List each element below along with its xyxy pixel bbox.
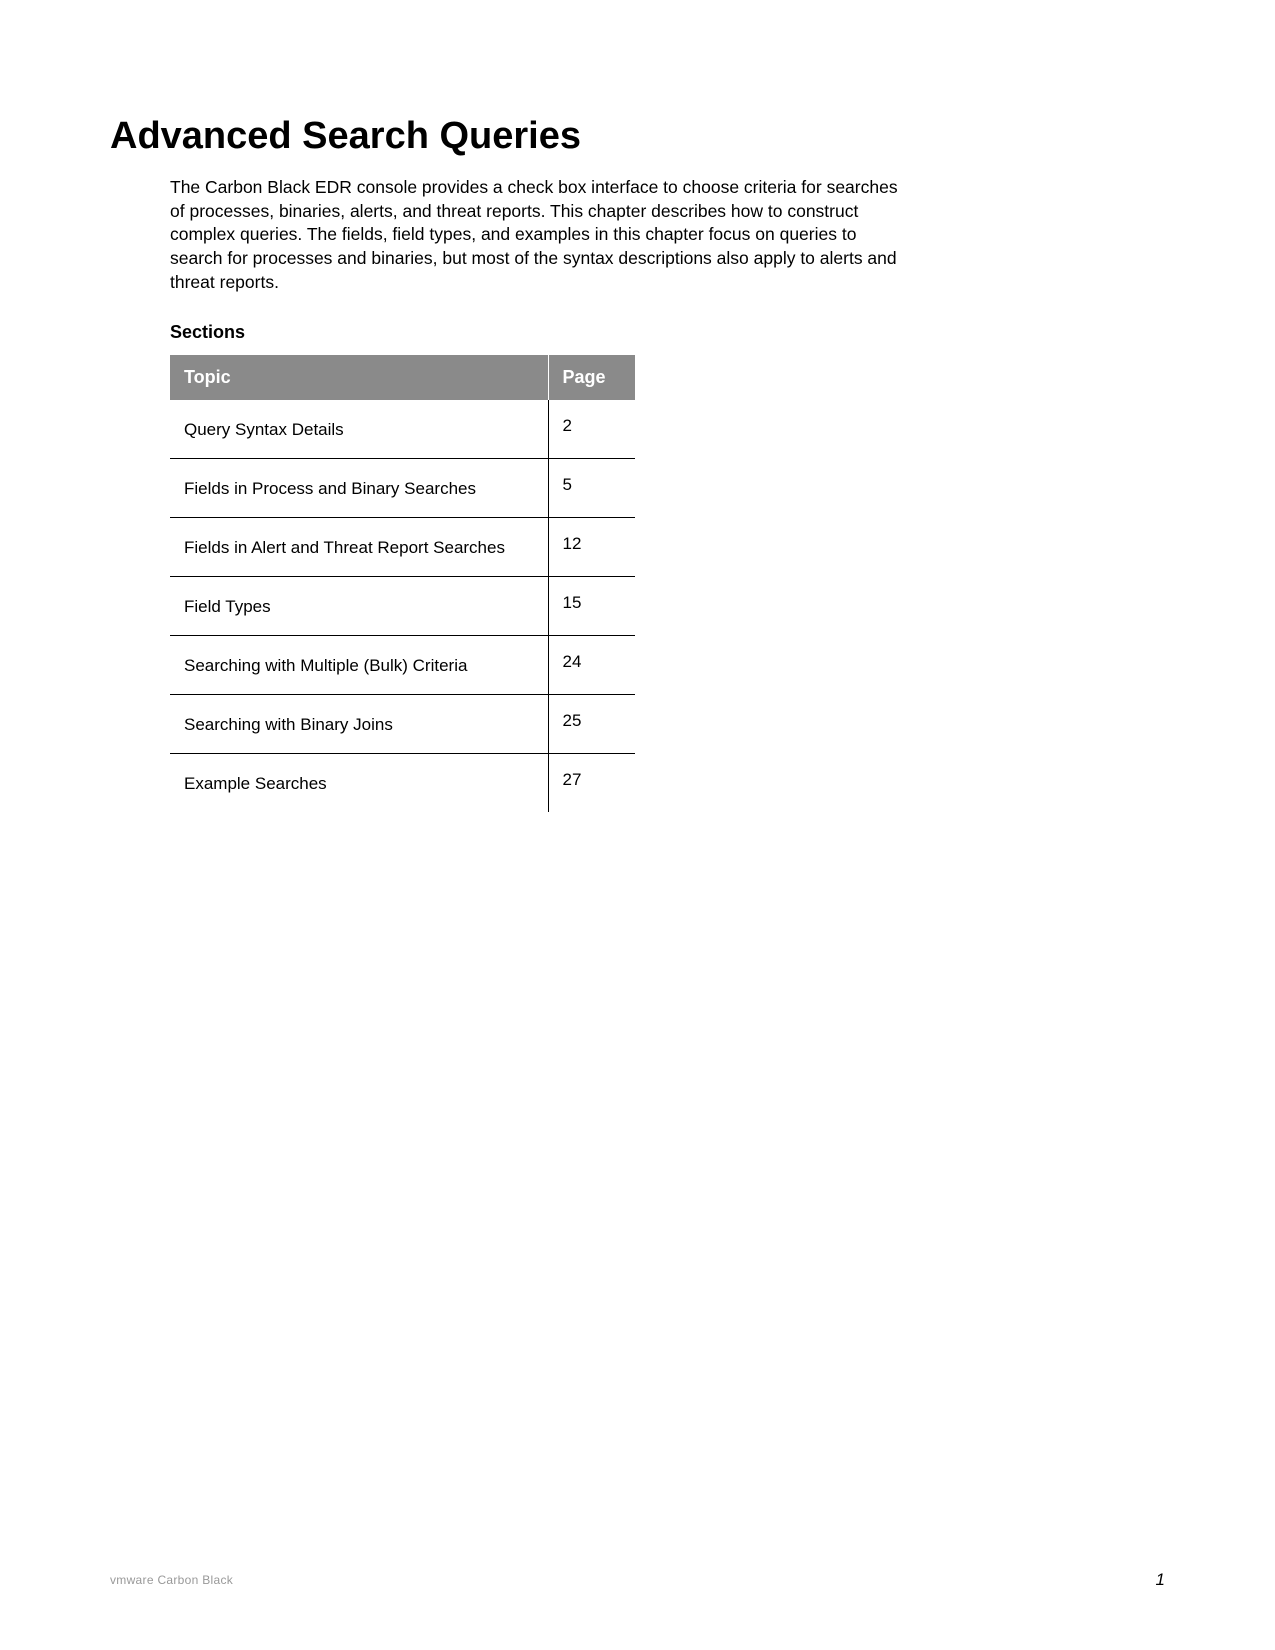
page-title: Advanced Search Queries (110, 115, 1165, 158)
document-page: Advanced Search Queries The Carbon Black… (0, 0, 1275, 1650)
cell-topic: Query Syntax Details (170, 400, 548, 459)
table-row: Fields in Process and Binary Searches 5 (170, 459, 635, 518)
cell-page: 24 (548, 636, 635, 695)
table-header: Topic Page (170, 355, 635, 400)
table-row: Searching with Binary Joins 25 (170, 695, 635, 754)
table-row: Searching with Multiple (Bulk) Criteria … (170, 636, 635, 695)
table-row: Query Syntax Details 2 (170, 400, 635, 459)
footer-brand: vmware Carbon Black (110, 1573, 233, 1587)
cell-topic: Fields in Alert and Threat Report Search… (170, 518, 548, 577)
cell-page: 2 (548, 400, 635, 459)
table-body: Query Syntax Details 2 Fields in Process… (170, 400, 635, 812)
col-header-topic: Topic (170, 355, 548, 400)
cell-page: 27 (548, 754, 635, 813)
table-row: Example Searches 27 (170, 754, 635, 813)
cell-topic: Searching with Binary Joins (170, 695, 548, 754)
cell-topic: Field Types (170, 577, 548, 636)
table-row: Fields in Alert and Threat Report Search… (170, 518, 635, 577)
cell-page: 15 (548, 577, 635, 636)
content-block: The Carbon Black EDR console provides a … (170, 176, 1165, 812)
cell-page: 12 (548, 518, 635, 577)
sections-table: Topic Page Query Syntax Details 2 Fields… (170, 355, 635, 812)
footer-page-number: 1 (1156, 1570, 1165, 1590)
page-footer: vmware Carbon Black 1 (110, 1570, 1165, 1590)
cell-topic: Fields in Process and Binary Searches (170, 459, 548, 518)
cell-topic: Example Searches (170, 754, 548, 813)
sections-heading: Sections (170, 322, 1165, 343)
cell-page: 5 (548, 459, 635, 518)
intro-paragraph: The Carbon Black EDR console provides a … (170, 176, 900, 294)
cell-page: 25 (548, 695, 635, 754)
col-header-page: Page (548, 355, 635, 400)
cell-topic: Searching with Multiple (Bulk) Criteria (170, 636, 548, 695)
table-row: Field Types 15 (170, 577, 635, 636)
